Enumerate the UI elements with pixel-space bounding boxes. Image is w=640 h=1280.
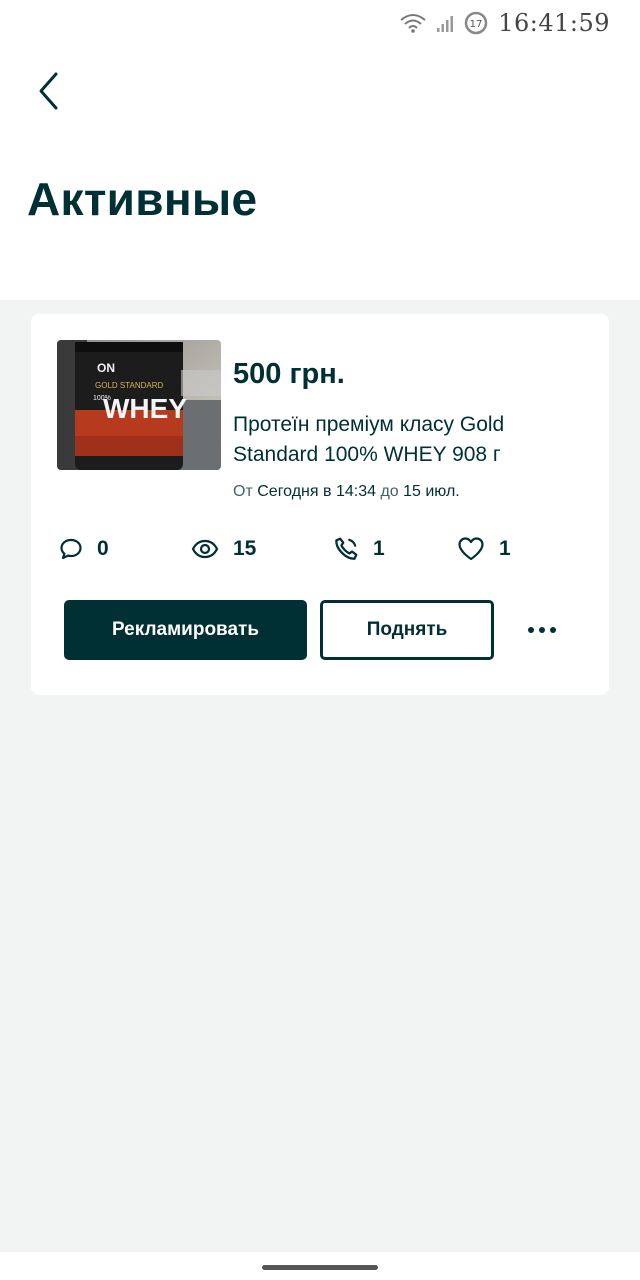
more-dot-icon [528,627,534,633]
more-dot-icon [539,627,545,633]
ad-price: 500 грн. [233,358,345,390]
status-time: 16:41:59 [498,9,610,37]
image-product-line: GOLD STANDARD [95,381,164,390]
notification-badge-icon: 17 [464,11,488,35]
date-to-prefix: до [380,483,399,500]
ad-thumbnail[interactable]: ON GOLD STANDARD WHEY 100% [57,340,221,470]
ad-card: ON GOLD STANDARD WHEY 100% 500 грн. Прот… [31,314,609,695]
notification-badge-count: 17 [470,19,483,30]
page-title: Активные [27,173,258,225]
stat-favorites: 1 [457,532,511,566]
raise-button[interactable]: Поднять [320,600,494,660]
messages-count: 0 [97,537,109,560]
message-icon [60,538,82,560]
signal-icon [436,13,454,33]
home-gesture-handle[interactable] [262,1265,378,1270]
stat-calls: 1 [333,532,385,566]
status-bar: 17 16:41:59 [400,8,610,38]
calls-count: 1 [373,537,385,560]
ad-title[interactable]: Протеїн преміум класу Gold Standard 100%… [233,410,573,470]
header-area [0,0,640,300]
heart-icon [458,537,484,561]
stat-messages: 0 [59,532,109,566]
views-count: 15 [233,537,257,560]
image-product: WHEY [103,393,187,424]
promote-button[interactable]: Рекламировать [64,600,307,660]
ad-stats: 0 15 1 1 [59,532,579,566]
back-button[interactable] [26,66,70,116]
more-dot-icon [550,627,556,633]
phone-icon [335,537,358,560]
stat-views: 15 [191,532,256,566]
more-options-button[interactable] [519,610,565,650]
image-brand: ON [97,361,115,375]
chevron-left-icon [39,72,58,110]
date-to: 15 июл. [403,483,460,500]
date-from-prefix: От [233,483,253,500]
favorites-count: 1 [499,537,511,560]
ad-date-range: От Сегодня в 14:34 до 15 июл. [233,483,460,501]
image-percent: 100% [93,395,111,402]
eye-icon [191,539,219,559]
date-from: Сегодня в 14:34 [257,483,376,500]
wifi-icon [400,13,426,33]
